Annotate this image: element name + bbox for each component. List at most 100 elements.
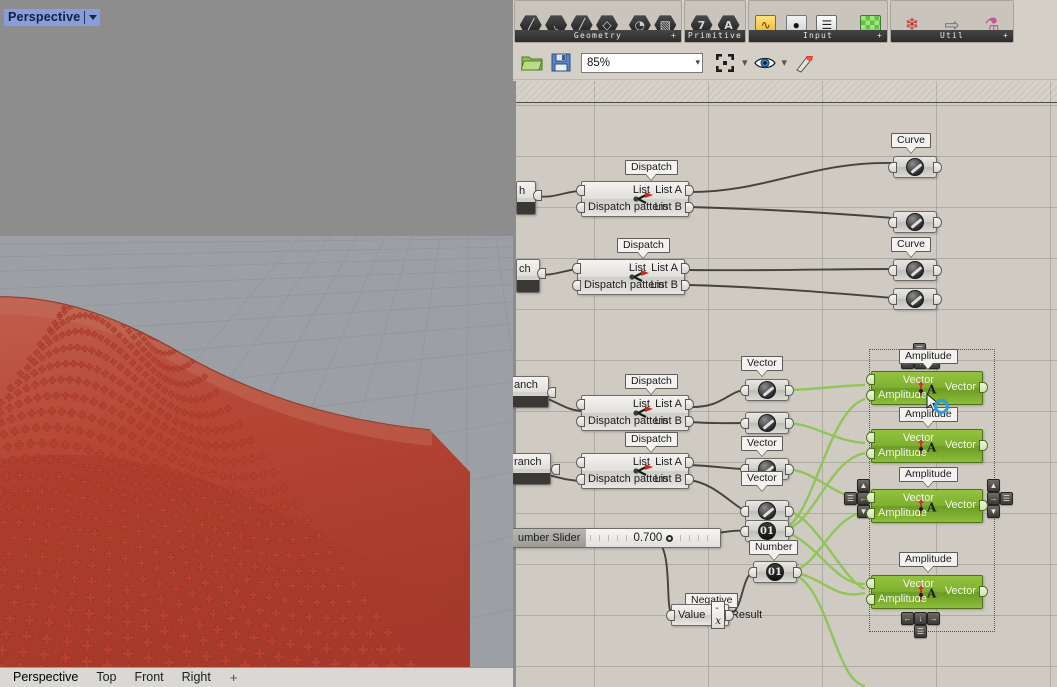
port-in-vector[interactable] bbox=[866, 432, 875, 443]
negative-node[interactable]: Value -x Result bbox=[666, 601, 762, 629]
port-in[interactable] bbox=[888, 217, 897, 228]
number-param-1[interactable]: 01 bbox=[740, 520, 794, 542]
curve-param-3[interactable] bbox=[888, 259, 942, 281]
vector-param-1[interactable] bbox=[740, 379, 794, 401]
selection-handle-right-up[interactable]: ▲ bbox=[987, 479, 1000, 492]
port-out[interactable] bbox=[785, 464, 794, 475]
curve-param-2[interactable] bbox=[888, 211, 942, 233]
geometry-expand-icon[interactable]: + bbox=[671, 30, 677, 42]
port-out[interactable] bbox=[537, 268, 546, 279]
port-out[interactable] bbox=[933, 294, 942, 305]
port-in-pattern[interactable] bbox=[576, 202, 585, 213]
amplitude-node-2[interactable]: Vector Amplitude Vector A bbox=[866, 429, 988, 463]
port-out-vector[interactable] bbox=[979, 440, 988, 451]
port-in[interactable] bbox=[888, 265, 897, 276]
open-folder-icon[interactable] bbox=[519, 50, 545, 76]
selection-handle-left-outer[interactable]: ☰ bbox=[844, 492, 857, 505]
ribbon-group-util[interactable]: ❄ ⇨ ⚗ Util + bbox=[890, 0, 1014, 43]
port-out[interactable] bbox=[785, 418, 794, 429]
dispatch-node-2[interactable]: List Dispatch pattern List A List B bbox=[572, 259, 690, 295]
port-out-vector[interactable] bbox=[979, 382, 988, 393]
util-expand-icon[interactable]: + bbox=[1003, 30, 1009, 42]
number-slider[interactable]: umber Slider 0.700 bbox=[513, 528, 722, 548]
port-out[interactable] bbox=[785, 506, 794, 517]
number-param-2[interactable]: 01 bbox=[748, 561, 802, 583]
port-in-vector[interactable] bbox=[866, 492, 875, 503]
vector-param-4[interactable] bbox=[740, 500, 794, 522]
port-out-listb[interactable] bbox=[685, 202, 694, 213]
port-in[interactable] bbox=[740, 418, 749, 429]
port-out-vector[interactable] bbox=[979, 586, 988, 597]
eye-preview-icon[interactable] bbox=[752, 50, 778, 76]
add-viewport-tab-icon[interactable]: + bbox=[220, 670, 248, 685]
ribbon-group-geometry[interactable]: ╱ ◟ ╱ ◇ ◔ ▧ Geometry + bbox=[514, 0, 682, 43]
port-out-listb[interactable] bbox=[685, 474, 694, 485]
port-in[interactable] bbox=[740, 506, 749, 517]
port-in[interactable] bbox=[748, 567, 757, 578]
selection-handle-left-up[interactable]: ▲ bbox=[857, 479, 870, 492]
port-out[interactable] bbox=[551, 464, 560, 475]
port-in-value[interactable] bbox=[666, 610, 675, 621]
port-in-list[interactable] bbox=[576, 457, 585, 468]
selection-handle-right-mid[interactable]: → bbox=[987, 492, 1000, 505]
curve-param-1[interactable] bbox=[888, 156, 942, 178]
port-out[interactable] bbox=[785, 526, 794, 537]
viewport-tab-front[interactable]: Front bbox=[125, 669, 172, 686]
port-in-list[interactable] bbox=[576, 185, 585, 196]
port-out-lista[interactable] bbox=[681, 263, 690, 274]
viewport-title-label[interactable]: Perspective bbox=[4, 9, 101, 26]
grasshopper-canvas[interactable]: h ch anch ranch Dispatch List Dispatch p… bbox=[513, 81, 1057, 687]
port-out[interactable] bbox=[933, 217, 942, 228]
port-in[interactable] bbox=[888, 294, 897, 305]
port-in-pattern[interactable] bbox=[572, 280, 581, 291]
branch-node-partial-2[interactable]: ch bbox=[516, 259, 540, 293]
amplitude-node-4[interactable]: Vector Amplitude Vector A bbox=[866, 575, 988, 609]
curve-param-4[interactable] bbox=[888, 288, 942, 310]
port-out[interactable] bbox=[793, 567, 802, 578]
chevron-down-icon[interactable]: ▾ bbox=[695, 57, 700, 68]
port-in[interactable] bbox=[740, 526, 749, 537]
bake-icon[interactable] bbox=[791, 50, 817, 76]
input-expand-icon[interactable]: + bbox=[877, 30, 883, 42]
port-in-list[interactable] bbox=[576, 399, 585, 410]
port-out[interactable] bbox=[785, 385, 794, 396]
number-slider-grip[interactable] bbox=[666, 534, 674, 542]
port-in-pattern[interactable] bbox=[576, 416, 585, 427]
port-out-vector[interactable] bbox=[979, 500, 988, 511]
dispatch-node-3[interactable]: List Dispatch pattern List A List B bbox=[576, 395, 694, 431]
port-in[interactable] bbox=[740, 385, 749, 396]
viewport-tab-top[interactable]: Top bbox=[87, 669, 125, 686]
dispatch-node-1[interactable]: List Dispatch pattern List A List B bbox=[576, 181, 694, 217]
ribbon-group-input[interactable]: ∿ ● ☰ Input + bbox=[748, 0, 888, 43]
port-out[interactable] bbox=[547, 387, 556, 398]
branch-node-partial-3[interactable]: anch bbox=[513, 376, 549, 408]
toolbar-dropdown-marker-1[interactable]: ▾ bbox=[741, 56, 749, 69]
amplitude-node-3[interactable]: Vector Amplitude Vector A bbox=[866, 489, 988, 523]
dispatch-node-4[interactable]: List Dispatch pattern List A List B bbox=[576, 453, 694, 489]
port-in-vector[interactable] bbox=[866, 374, 875, 385]
selection-handle-bottom-left[interactable]: ← bbox=[901, 612, 914, 625]
port-out-result[interactable] bbox=[725, 610, 734, 621]
vector-param-2[interactable] bbox=[740, 412, 794, 434]
save-disk-icon[interactable] bbox=[548, 50, 574, 76]
port-in-amplitude[interactable] bbox=[866, 508, 875, 519]
selection-handle-bottom-right[interactable]: → bbox=[927, 612, 940, 625]
port-in[interactable] bbox=[888, 162, 897, 173]
port-in-amplitude[interactable] bbox=[866, 390, 875, 401]
viewport-tab-bar[interactable]: Perspective Top Front Right + bbox=[0, 667, 513, 687]
port-out-lista[interactable] bbox=[685, 457, 694, 468]
port-out-lista[interactable] bbox=[685, 185, 694, 196]
port-out-listb[interactable] bbox=[681, 280, 690, 291]
selection-handle-right-down[interactable]: ▼ bbox=[987, 505, 1000, 518]
viewport-tab-right[interactable]: Right bbox=[173, 669, 220, 686]
selection-handle-bottom-center[interactable]: ☰ bbox=[914, 625, 927, 638]
selection-handle-bottom-mid[interactable]: ↓ bbox=[914, 612, 927, 625]
port-out[interactable] bbox=[533, 190, 542, 201]
port-out[interactable] bbox=[933, 162, 942, 173]
port-in-amplitude[interactable] bbox=[866, 594, 875, 605]
ribbon-group-primitive[interactable]: 7 A Primitive bbox=[684, 0, 746, 43]
port-out-listb[interactable] bbox=[685, 416, 694, 427]
port-out[interactable] bbox=[933, 265, 942, 276]
viewport-tab-perspective[interactable]: Perspective bbox=[4, 669, 87, 686]
branch-node-partial-4[interactable]: ranch bbox=[513, 453, 551, 485]
